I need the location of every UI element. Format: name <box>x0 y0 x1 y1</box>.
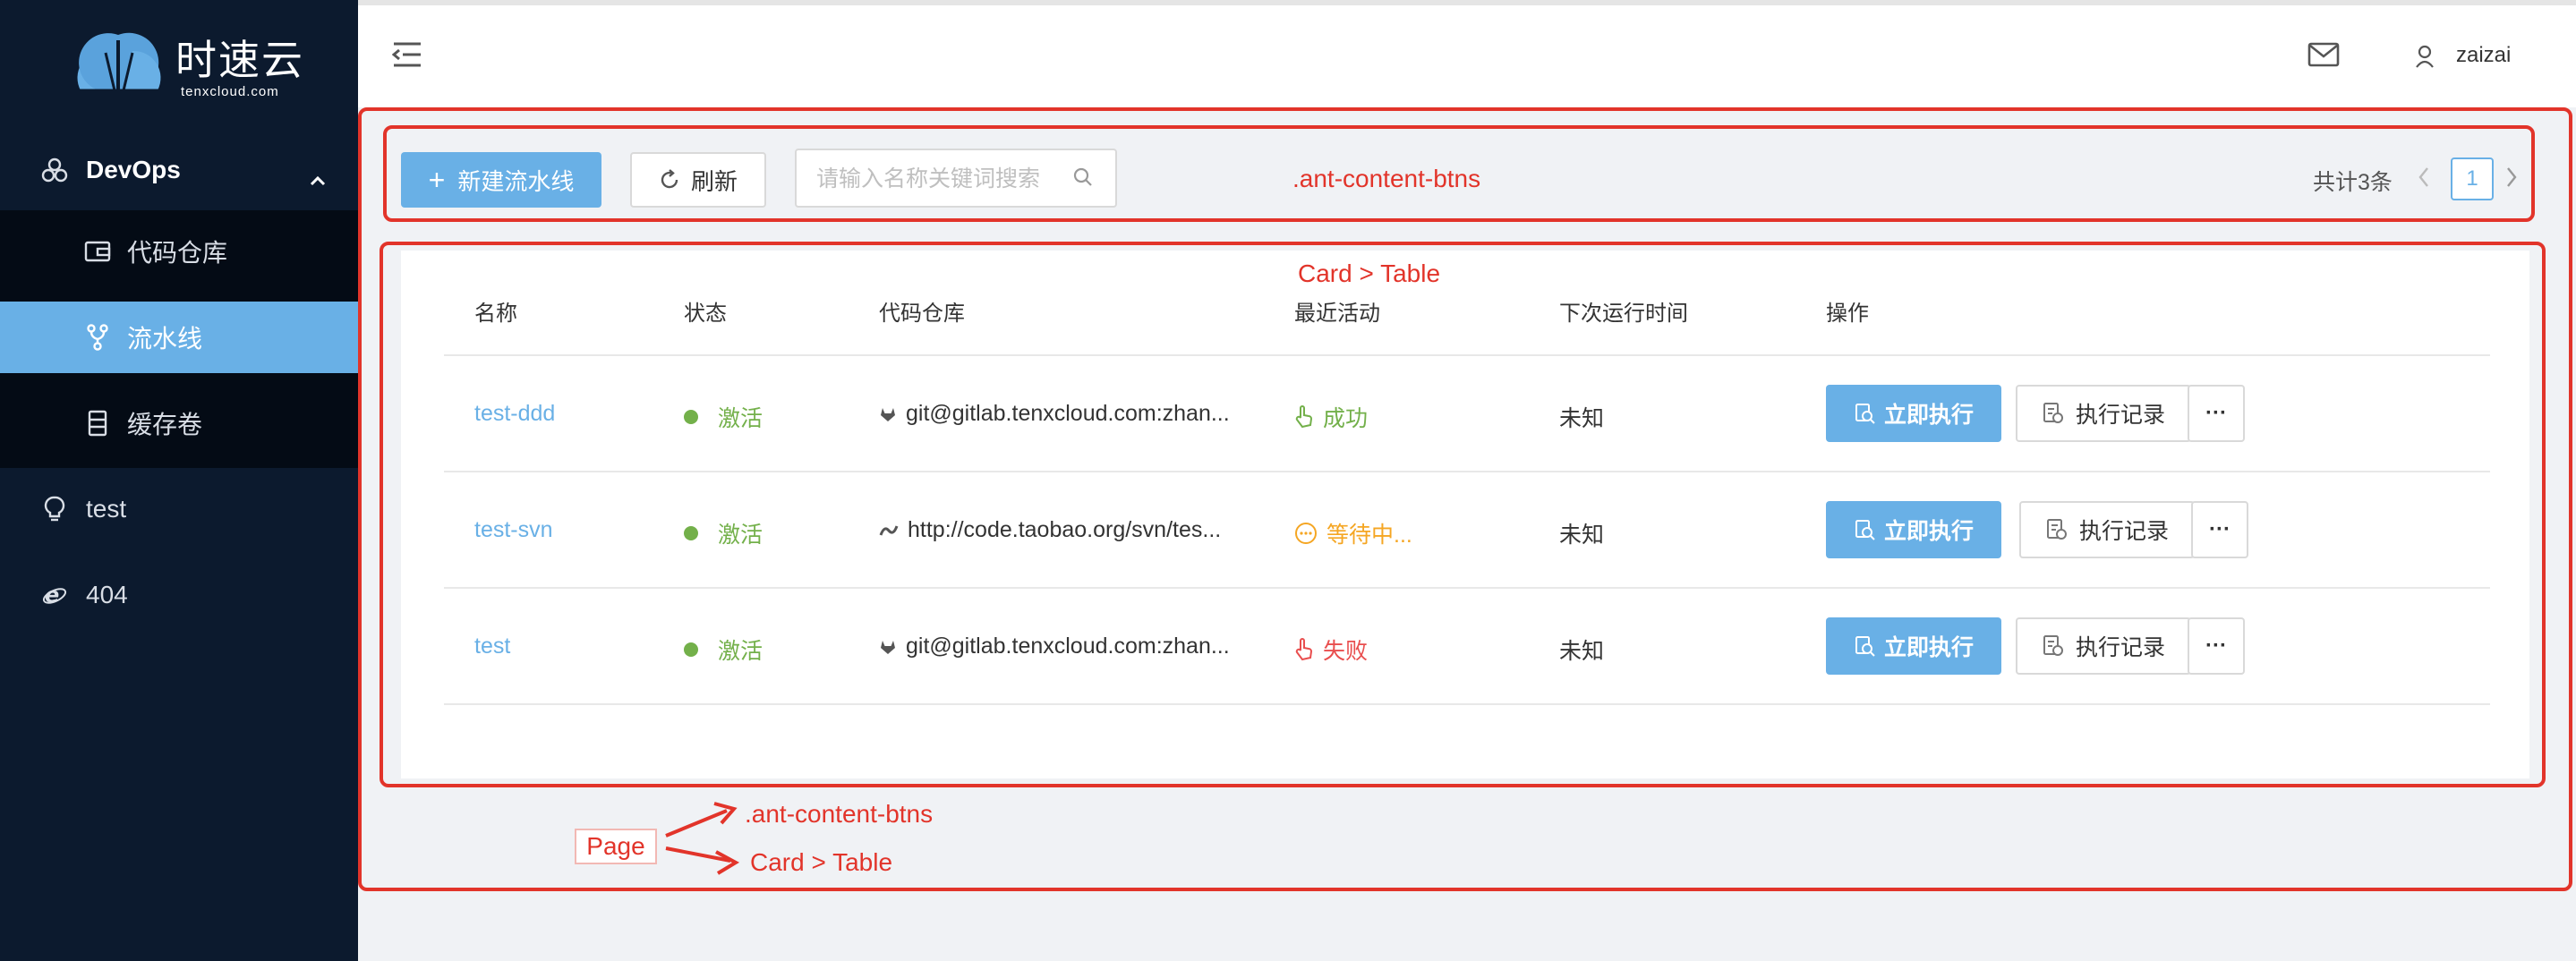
sidebar-item-label: 代码仓库 <box>127 239 228 267</box>
annotation-arrows-icon <box>665 802 740 875</box>
status-badge: 激活 <box>684 517 763 549</box>
sidebar-group-devops[interactable]: DevOps <box>0 130 358 210</box>
user-icon[interactable] <box>2415 45 2435 72</box>
exec-log-label: 执行记录 <box>2075 403 2165 428</box>
exec-log-label: 执行记录 <box>2078 519 2169 544</box>
repo-text: git@gitlab.tenxcloud.com:zhan... <box>906 401 1230 426</box>
sidebar-item-pipeline[interactable]: 流水线 <box>0 302 358 373</box>
repo-text: git@gitlab.tenxcloud.com:zhan... <box>906 634 1230 659</box>
exec-log-label: 执行记录 <box>2075 635 2165 660</box>
status-dot-icon <box>684 642 698 657</box>
sidebar-item-label: 404 <box>86 581 128 608</box>
run-now-label: 立即执行 <box>1883 635 1974 660</box>
more-actions-button[interactable]: ··· <box>2188 385 2245 442</box>
sidebar-item-code-repo[interactable]: 代码仓库 <box>0 216 358 287</box>
hand-icon <box>1294 638 1314 661</box>
log-icon <box>2045 518 2068 541</box>
exec-log-button[interactable]: 执行记录 <box>2016 385 2191 442</box>
btns-annotation-box <box>383 125 2535 222</box>
activity-cell: 等待中... <box>1294 517 1412 549</box>
status-text: 激活 <box>718 406 763 431</box>
sidebar-item-cache-volume[interactable]: 缓存卷 <box>0 387 358 459</box>
wallet-icon <box>82 236 113 267</box>
pipeline-name-link[interactable]: test-svn <box>474 517 553 543</box>
sidebar-item-test[interactable]: test <box>0 473 358 545</box>
gitlab-icon <box>879 405 897 423</box>
repo-cell: git@gitlab.tenxcloud.com:zhan... <box>879 401 1230 427</box>
next-run-text: 未知 <box>1559 406 1605 431</box>
logo-mark-icon <box>70 31 168 103</box>
run-icon <box>1854 635 1875 657</box>
row-divider <box>444 703 2490 705</box>
run-now-button[interactable]: 立即执行 <box>1826 501 2001 558</box>
more-actions-button[interactable]: ··· <box>2188 617 2245 675</box>
username[interactable]: zaizai <box>2456 43 2511 68</box>
sidebar-item-label: 缓存卷 <box>127 411 203 438</box>
activity-text: 失败 <box>1323 639 1369 664</box>
activity-cell: 失败 <box>1294 634 1368 666</box>
repo-text: http://code.taobao.org/svn/tes... <box>908 517 1222 542</box>
activity-text: 等待中... <box>1326 523 1412 548</box>
sidebar-item-404[interactable]: e 404 <box>0 559 358 631</box>
column-header-status: 状态 <box>684 302 727 326</box>
gitlab-icon <box>879 638 897 656</box>
status-text: 激活 <box>718 639 763 664</box>
annotation-arrow-btns-label: .ant-content-btns <box>745 800 934 828</box>
column-header-activity: 最近活动 <box>1294 302 1380 326</box>
next-run-text: 未知 <box>1559 639 1605 664</box>
run-now-button[interactable]: 立即执行 <box>1826 385 2001 442</box>
brand-name: 时速云 <box>175 36 304 83</box>
sidebar-group-label: DevOps <box>86 156 181 183</box>
database-icon <box>82 408 113 438</box>
repo-cell: git@gitlab.tenxcloud.com:zhan... <box>879 634 1230 659</box>
svn-icon <box>879 522 899 540</box>
fork-icon <box>82 322 113 353</box>
annotation-page-label: Page <box>575 829 657 864</box>
row-divider <box>444 587 2490 589</box>
mail-icon[interactable] <box>2307 41 2340 72</box>
devops-icon <box>39 155 70 185</box>
sidebar: 时速云 tenxcloud.com DevOps 代码仓库 流水线 缓存卷 te… <box>0 0 358 961</box>
run-now-label: 立即执行 <box>1883 519 1974 544</box>
status-dot-icon <box>684 526 698 540</box>
pipeline-name-link[interactable]: test-ddd <box>474 401 555 427</box>
hand-icon <box>1294 405 1314 429</box>
exec-log-button[interactable]: 执行记录 <box>2019 501 2195 558</box>
annotation-arrow-table-label: Card > Table <box>750 848 893 876</box>
status-dot-icon <box>684 410 698 424</box>
pipeline-name-link[interactable]: test <box>474 634 510 659</box>
run-now-label: 立即执行 <box>1883 403 1974 428</box>
chevron-up-icon <box>310 164 326 192</box>
sidebar-item-label: test <box>86 495 127 523</box>
log-icon <box>2042 402 2065 425</box>
activity-cell: 成功 <box>1294 401 1368 433</box>
column-header-repo: 代码仓库 <box>879 302 965 326</box>
ie-icon: e <box>39 580 70 610</box>
more-circle-icon <box>1294 522 1318 545</box>
menu-fold-icon[interactable] <box>391 41 422 72</box>
header-divider <box>444 354 2490 356</box>
exec-log-button[interactable]: 执行记录 <box>2016 617 2191 675</box>
sidebar-item-label: 流水线 <box>127 325 203 353</box>
next-run-text: 未知 <box>1559 523 1605 548</box>
column-header-name: 名称 <box>474 302 517 326</box>
run-icon <box>1854 403 1875 424</box>
brand-domain: tenxcloud.com <box>181 83 279 99</box>
brand-logo[interactable]: 时速云 tenxcloud.com <box>70 27 304 107</box>
column-header-actions: 操作 <box>1826 302 1869 326</box>
status-badge: 激活 <box>684 401 763 433</box>
row-divider <box>444 471 2490 472</box>
status-text: 激活 <box>718 523 763 548</box>
more-actions-button[interactable]: ··· <box>2191 501 2248 558</box>
column-header-next-run: 下次运行时间 <box>1559 302 1688 326</box>
repo-cell: http://code.taobao.org/svn/tes... <box>879 517 1221 543</box>
run-now-button[interactable]: 立即执行 <box>1826 617 2001 675</box>
top-header: zaizai <box>358 0 2576 107</box>
bulb-icon <box>39 494 70 524</box>
run-icon <box>1854 519 1875 540</box>
status-badge: 激活 <box>684 634 763 666</box>
activity-text: 成功 <box>1323 406 1369 431</box>
log-icon <box>2042 634 2065 658</box>
annotation-table-label: Card > Table <box>1298 259 1441 287</box>
